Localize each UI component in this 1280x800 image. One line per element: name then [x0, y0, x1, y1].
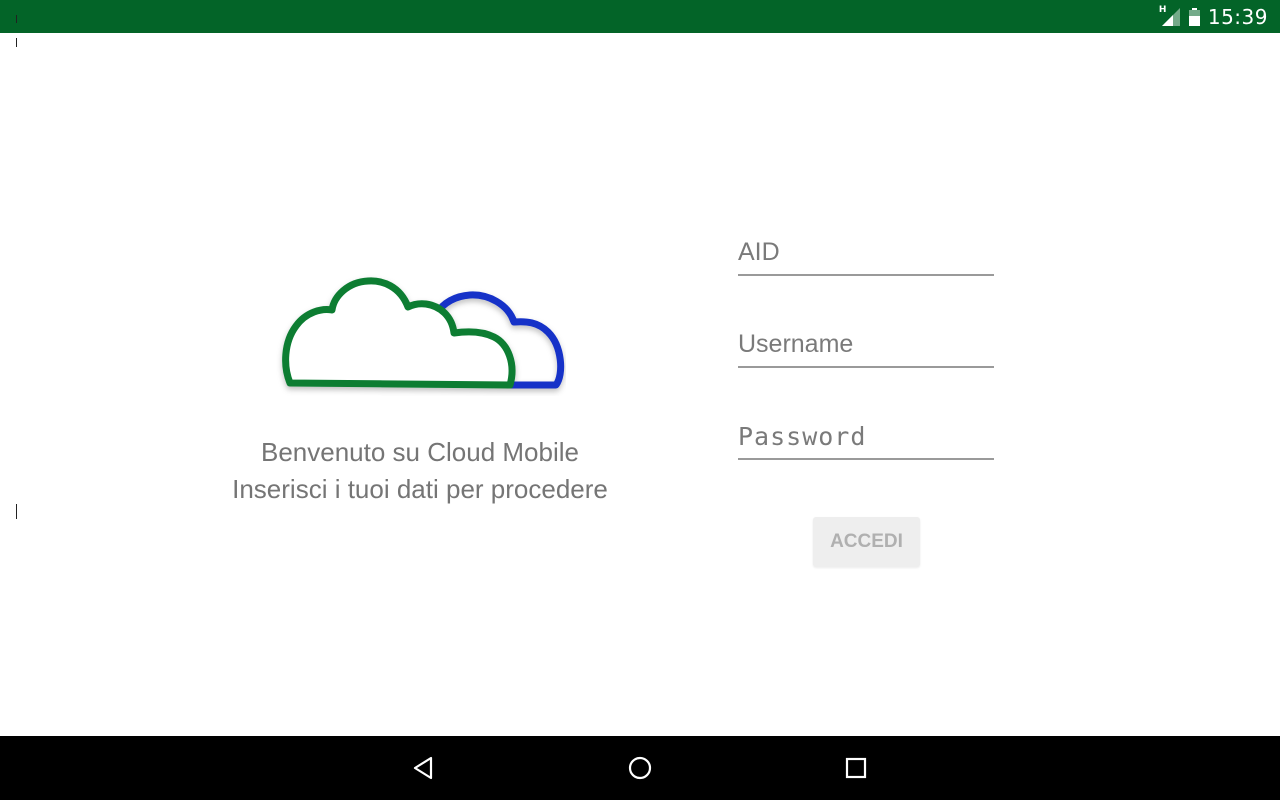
welcome-title: Benvenuto su Cloud Mobile [261, 437, 579, 467]
navigation-bar [0, 736, 1280, 800]
home-button[interactable] [620, 748, 660, 788]
back-icon [413, 756, 433, 780]
login-button[interactable]: ACCEDI [813, 517, 920, 567]
tick-mark [16, 15, 17, 23]
username-field[interactable] [738, 326, 994, 368]
tick-mark [16, 38, 17, 47]
aid-field[interactable] [738, 234, 994, 276]
battery-icon [1188, 7, 1200, 26]
clock: 15:39 [1207, 4, 1268, 29]
back-button[interactable] [404, 748, 444, 788]
password-field[interactable] [738, 418, 994, 460]
recents-icon [845, 757, 867, 779]
status-icons: H 15:39 [1159, 0, 1268, 33]
aid-input[interactable] [738, 234, 994, 270]
password-input[interactable] [738, 418, 994, 454]
signal-icon: H [1158, 4, 1181, 27]
status-bar: H 15:39 [0, 0, 1280, 33]
recents-button[interactable] [836, 748, 876, 788]
network-type-label: H [1158, 4, 1167, 15]
username-input[interactable] [738, 326, 994, 362]
cloud-logo-icon [282, 277, 565, 389]
welcome-subtitle: Inserisci i tuoi dati per procedere [232, 474, 608, 504]
welcome-text: Benvenuto su Cloud Mobile Inserisci i tu… [170, 434, 670, 508]
tick-mark [16, 504, 17, 519]
home-icon [628, 756, 652, 780]
